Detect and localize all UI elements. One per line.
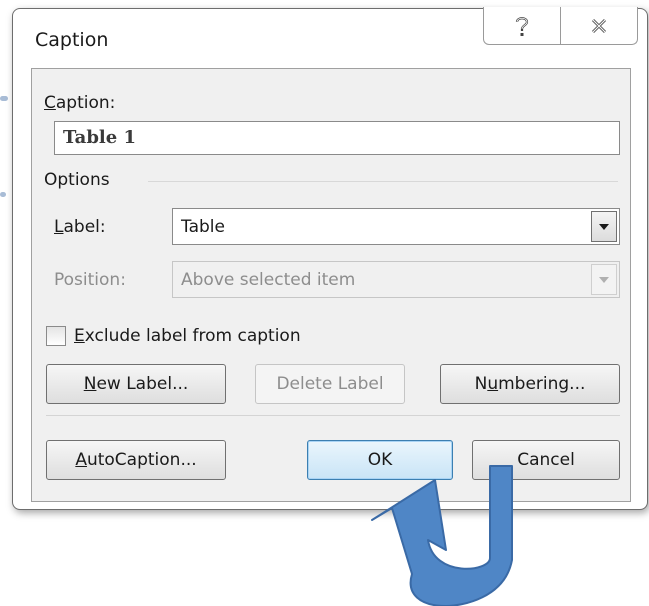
curved-arrow-icon bbox=[371, 465, 513, 606]
annotation-arrow-shape bbox=[371, 465, 513, 606]
screenshot-stage: Caption Caption: Table 1 Options Label: … bbox=[0, 0, 649, 606]
